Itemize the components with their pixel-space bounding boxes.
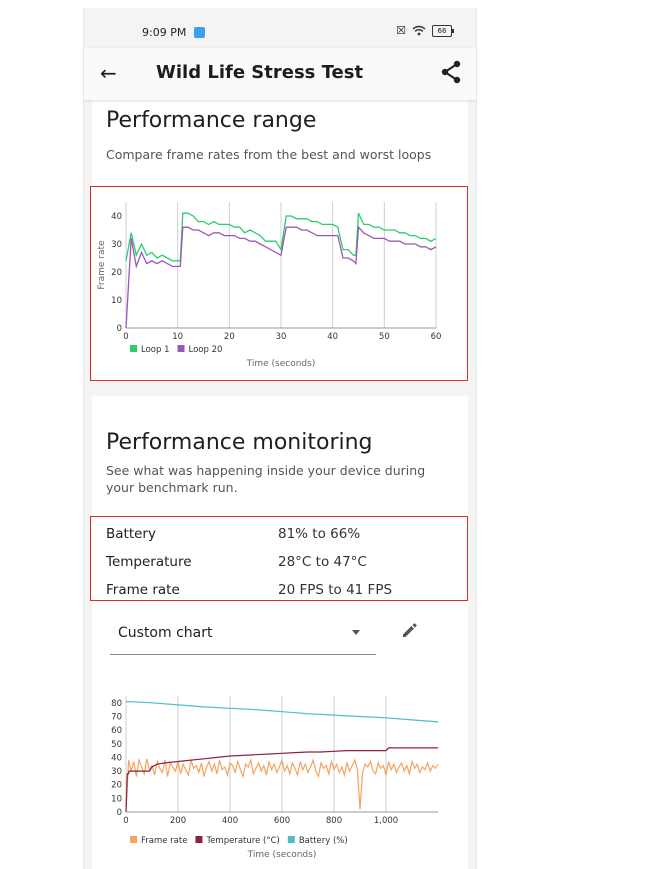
- x-tick-label: 0: [123, 816, 128, 826]
- x-tick-label: 60: [431, 332, 442, 342]
- metric-row-temperature: Temperature 28°C to 47°C: [106, 548, 456, 576]
- status-time: 9:09 PM: [142, 26, 187, 39]
- metric-row-battery: Battery 81% to 66%: [106, 520, 456, 548]
- dropdown-selected-label: Custom chart: [118, 625, 213, 641]
- x-tick-label: 1,000: [374, 816, 398, 826]
- performance-range-title: Performance range: [106, 108, 317, 133]
- sim-off-icon: ☒: [396, 24, 406, 37]
- x-tick-label: 40: [327, 332, 338, 342]
- x-tick-label: 0: [123, 332, 128, 342]
- x-axis-label: Time (seconds): [246, 359, 316, 369]
- legend-swatch: [130, 345, 137, 352]
- y-tick-label: 60: [111, 726, 122, 736]
- pencil-icon[interactable]: [400, 620, 420, 640]
- x-tick-label: 800: [326, 816, 342, 826]
- metric-row-frame-rate: Frame rate 20 FPS to 41 FPS: [106, 576, 456, 604]
- legend-swatch: [195, 836, 203, 843]
- phone-screen: 9:09 PM ☒ 66 ← Wild Life Stress Test Per…: [83, 8, 477, 869]
- performance-monitoring-card: Performance monitoring See what was happ…: [90, 396, 468, 869]
- legend-label: Loop 1: [141, 345, 170, 355]
- performance-monitoring-title: Performance monitoring: [106, 430, 373, 455]
- y-tick-label: 0: [117, 324, 122, 334]
- monitoring-chart: 010203040506070800 200 400 600 800 1,000Frame…: [111, 696, 439, 860]
- y-tick-label: 30: [111, 767, 122, 777]
- y-tick-label: 40: [111, 212, 122, 222]
- legend-label: Loop 20: [189, 345, 223, 355]
- x-tick-label: 30: [276, 332, 287, 342]
- y-tick-label: 20: [111, 268, 122, 278]
- metric-value: 20 FPS to 41 FPS: [278, 582, 393, 598]
- chevron-down-icon: [352, 630, 360, 635]
- notification-icon: [194, 27, 205, 38]
- x-tick-label: 200: [170, 816, 186, 826]
- status-icons: ☒ 66: [396, 24, 454, 37]
- legend-label: Battery (%): [299, 836, 348, 846]
- status-bar: 9:09 PM ☒ 66: [84, 8, 476, 48]
- y-tick-label: 0: [117, 808, 122, 818]
- legend-swatch: [130, 836, 137, 843]
- chart-type-dropdown[interactable]: Custom chart: [110, 608, 376, 655]
- metric-label: Battery: [106, 526, 156, 542]
- y-tick-label: 10: [111, 794, 122, 804]
- legend-swatch: [287, 836, 295, 843]
- metric-value: 81% to 66%: [278, 526, 361, 542]
- y-tick-label: 50: [111, 740, 122, 750]
- frame-rate-loops-chart: 0 10 20 30 40 0 10 20 30 40 50 60 Frame rate Loop 1 Lo…: [97, 202, 442, 369]
- x-tick-label: 400: [222, 816, 238, 826]
- y-tick-label: 80: [111, 699, 122, 709]
- x-tick-label: 50: [379, 332, 390, 342]
- performance-range-subtitle: Compare frame rates from the best and wo…: [106, 147, 432, 162]
- legend-swatch: [177, 345, 185, 352]
- y-tick-label: 40: [111, 753, 122, 763]
- metrics-list: Battery 81% to 66% Temperature 28°C to 4…: [106, 520, 456, 604]
- battery-icon: 66: [432, 24, 454, 37]
- y-tick-label: 70: [111, 712, 122, 722]
- x-tick-label: 20: [224, 332, 235, 342]
- y-tick-label: 20: [111, 781, 122, 791]
- x-axis-label: Time (seconds): [247, 850, 317, 860]
- app-bar: ← Wild Life Stress Test: [84, 48, 476, 100]
- performance-range-card: Performance range Compare frame rates fr…: [90, 100, 468, 382]
- y-tick-label: 10: [111, 296, 122, 306]
- metric-value: 28°C to 47°C: [278, 554, 367, 570]
- y-tick-label: 30: [111, 240, 122, 250]
- share-icon[interactable]: [440, 60, 462, 84]
- arrow-back-icon[interactable]: ←: [100, 61, 117, 85]
- legend-label: Temperature (°C): [205, 836, 279, 846]
- metric-label: Frame rate: [106, 582, 180, 598]
- metric-label: Temperature: [106, 554, 192, 570]
- x-tick-label: 10: [172, 332, 183, 342]
- wifi-icon: [412, 25, 426, 36]
- x-tick-label: 600: [274, 816, 290, 826]
- y-axis-label: Frame rate: [97, 240, 107, 290]
- performance-monitoring-subtitle: See what was happening inside your devic…: [106, 463, 426, 495]
- legend-label: Frame rate: [141, 836, 187, 846]
- page-title: Wild Life Stress Test: [156, 62, 364, 83]
